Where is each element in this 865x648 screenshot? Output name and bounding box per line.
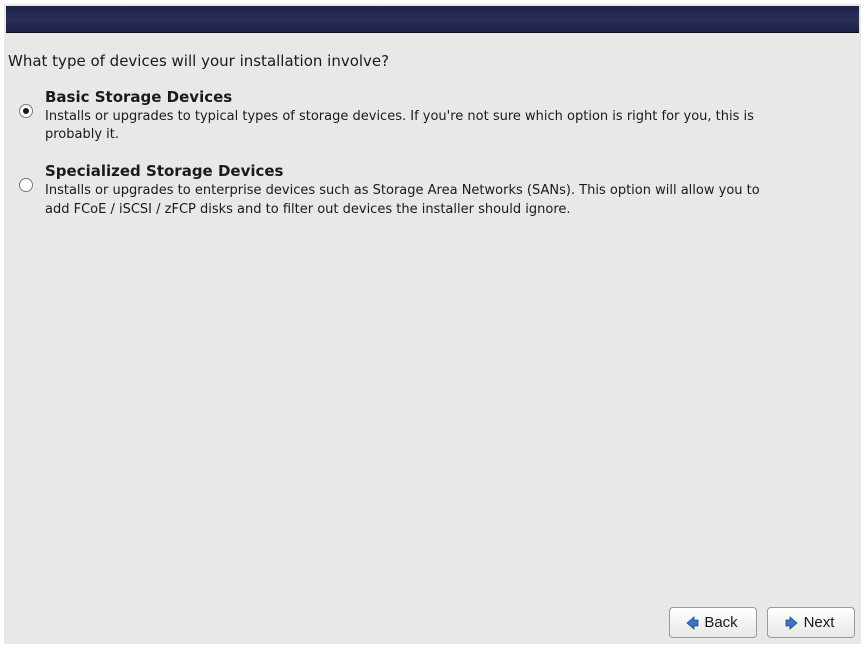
option-specialized-storage[interactable]: Specialized Storage Devices Installs or … [19, 162, 857, 218]
option-desc-basic: Installs or upgrades to typical types of… [45, 108, 785, 144]
back-label: Back [704, 614, 737, 631]
option-desc-specialized: Installs or upgrades to enterprise devic… [45, 182, 785, 218]
arrow-right-icon [784, 615, 800, 631]
next-label: Next [804, 614, 835, 631]
top-banner [6, 6, 859, 33]
back-button[interactable]: Back [669, 607, 757, 638]
outer-frame: What type of devices will your installat… [0, 0, 865, 648]
option-text-basic: Basic Storage Devices Installs or upgrad… [39, 88, 857, 144]
footer-buttons: Back Next [669, 607, 855, 638]
radio-wrap [19, 162, 39, 192]
arrow-left-icon [684, 615, 700, 631]
next-button[interactable]: Next [767, 607, 855, 638]
inner-frame: What type of devices will your installat… [4, 4, 861, 644]
option-title-basic: Basic Storage Devices [45, 88, 857, 106]
page-question: What type of devices will your installat… [8, 52, 857, 70]
option-text-specialized: Specialized Storage Devices Installs or … [39, 162, 857, 218]
content-area: What type of devices will your installat… [4, 35, 861, 644]
option-basic-storage[interactable]: Basic Storage Devices Installs or upgrad… [19, 88, 857, 144]
radio-specialized-storage[interactable] [19, 178, 33, 192]
radio-wrap [19, 88, 39, 118]
radio-basic-storage[interactable] [19, 104, 33, 118]
options-group: Basic Storage Devices Installs or upgrad… [8, 88, 857, 219]
option-title-specialized: Specialized Storage Devices [45, 162, 857, 180]
